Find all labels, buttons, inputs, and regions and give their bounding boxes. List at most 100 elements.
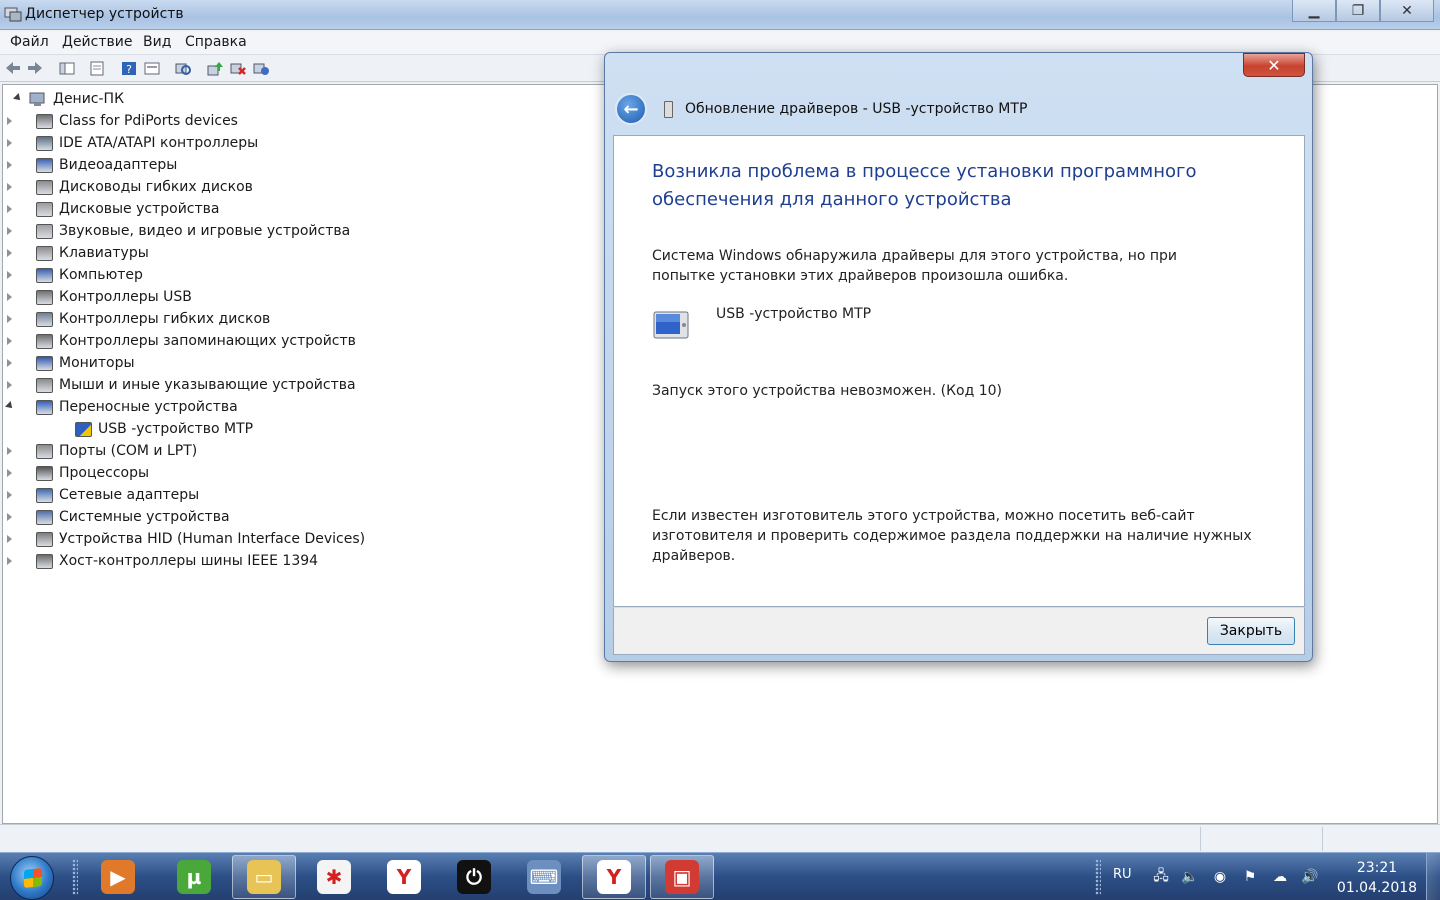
expand-arrow-icon[interactable] (7, 381, 12, 389)
close-window-button[interactable]: ✕ (1380, 0, 1434, 22)
device-category-icon (36, 443, 53, 459)
tree-category[interactable]: Class for PdiPorts devices (7, 110, 238, 132)
back-icon[interactable] (4, 60, 22, 77)
tree-category[interactable]: Контроллеры запоминающих устройств (7, 330, 356, 352)
main-window-titlebar[interactable]: Диспетчер устройств ▁ ❐ ✕ (0, 0, 1440, 30)
clock[interactable]: 23:21 01.04.2018 (1336, 858, 1418, 898)
tray-grip[interactable] (1095, 859, 1101, 895)
tree-category[interactable]: IDE ATA/ATAPI контроллеры (7, 132, 258, 154)
help-icon[interactable]: ? (120, 60, 138, 77)
expand-arrow-icon[interactable] (7, 205, 12, 213)
taskbar-app-button[interactable]: Y (582, 855, 646, 899)
taskbar-app-button[interactable]: Y (372, 855, 436, 899)
expand-arrow-icon[interactable] (7, 139, 12, 147)
tree-category[interactable]: Дисковые устройства (7, 198, 220, 220)
tree-category[interactable]: Дисководы гибких дисков (7, 176, 253, 198)
tree-label: Компьютер (59, 267, 143, 283)
tree-category[interactable]: Процессоры (7, 462, 150, 484)
dialog-body: Возникла проблема в процессе установки п… (613, 135, 1305, 607)
start-button[interactable] (10, 856, 54, 900)
menu-view[interactable]: Вид (143, 34, 171, 50)
tree-category[interactable]: Мыши и иные указывающие устройства (7, 374, 356, 396)
properties-icon[interactable] (88, 60, 106, 77)
tree-category[interactable]: Сетевые адаптеры (7, 484, 199, 506)
expand-arrow-icon[interactable] (7, 447, 12, 455)
status-segment (1200, 827, 1201, 851)
speaker-icon[interactable]: 🔊 (1300, 867, 1320, 887)
taskbar-app-button[interactable]: ▭ (232, 855, 296, 899)
tree-category[interactable]: Хост-контроллеры шины IEEE 1394 (7, 550, 319, 572)
expand-arrow-icon[interactable] (7, 271, 12, 279)
scan-hardware-icon[interactable] (174, 60, 192, 77)
tree-category[interactable]: Мониторы (7, 352, 135, 374)
tree-category[interactable]: Видеоадаптеры (7, 154, 177, 176)
expand-arrow-icon[interactable] (7, 227, 12, 235)
expand-arrow-icon[interactable] (7, 491, 12, 499)
tree-label: Хост-контроллеры шины IEEE 1394 (59, 553, 319, 569)
uninstall-icon[interactable] (229, 60, 247, 77)
update-driver-icon[interactable] (206, 60, 224, 77)
expand-arrow-icon[interactable] (7, 161, 12, 169)
menu-help[interactable]: Справка (185, 34, 247, 50)
expand-arrow-icon[interactable] (7, 513, 12, 521)
tree-category[interactable]: Переносные устройства (5, 396, 238, 418)
expand-arrow-icon[interactable] (7, 337, 12, 345)
back-button[interactable]: ← (615, 93, 647, 125)
expand-arrow-icon[interactable] (7, 117, 12, 125)
close-button[interactable]: Закрыть (1207, 617, 1295, 645)
tree-category[interactable]: Клавиатуры (7, 242, 149, 264)
taskbar-app-button[interactable]: µ (162, 855, 226, 899)
tree-category[interactable]: Системные устройства (7, 506, 230, 528)
dialog-close-button[interactable]: ✕ (1243, 53, 1305, 77)
menu-action[interactable]: Действие (62, 34, 132, 50)
forward-icon[interactable] (26, 60, 44, 77)
taskbar-grip[interactable] (72, 859, 78, 895)
clock-time: 23:21 (1356, 860, 1398, 876)
tree-label: Звуковые, видео и игровые устройства (59, 223, 351, 239)
tree-category[interactable]: Компьютер (7, 264, 143, 286)
show-desktop-button[interactable] (1426, 853, 1440, 900)
tree-category[interactable]: Порты (COM и LPT) (7, 440, 197, 462)
expand-arrow-icon[interactable] (7, 315, 12, 323)
expand-arrow-icon[interactable] (7, 183, 12, 191)
disable-icon[interactable] (252, 60, 270, 77)
expand-arrow-icon[interactable] (7, 469, 12, 477)
menu-file[interactable]: Файл (10, 34, 49, 50)
action-center-flag-icon[interactable]: ⚑ (1240, 867, 1260, 887)
console-tree-icon[interactable] (58, 60, 76, 77)
device-category-icon (36, 531, 53, 547)
taskbar-app-button[interactable]: ▣ (650, 855, 714, 899)
device-category-icon (36, 179, 53, 195)
tree-label: Процессоры (59, 465, 150, 481)
cloud-upload-icon[interactable]: ☁ (1270, 867, 1290, 887)
collapse-arrow-icon[interactable] (13, 93, 23, 103)
yandex-browser-icon-2: Y (597, 860, 631, 894)
taskbar-app-button[interactable]: ▶ (86, 855, 150, 899)
volume-mute-icon[interactable]: 🔈 (1180, 867, 1200, 887)
tree-category[interactable]: Контроллеры USB (7, 286, 192, 308)
tree-root[interactable]: Денис-ПК (13, 88, 124, 110)
tree-device-usb-mtp[interactable]: USB -устройство MTP (75, 418, 253, 440)
language-indicator[interactable]: RU (1113, 867, 1132, 882)
expand-arrow-icon[interactable] (7, 535, 12, 543)
security-icon[interactable]: ◉ (1210, 867, 1230, 887)
maximize-button[interactable]: ❐ (1336, 0, 1380, 22)
tree-category[interactable]: Контроллеры гибких дисков (7, 308, 270, 330)
tree-label: Дисковые устройства (59, 201, 220, 217)
taskbar-app-button[interactable]: ✱ (302, 855, 366, 899)
view-icon[interactable] (143, 60, 161, 77)
minimize-button[interactable]: ▁ (1292, 0, 1336, 22)
device-category-icon (36, 311, 53, 327)
tree-category[interactable]: Устройства HID (Human Interface Devices) (7, 528, 365, 550)
taskbar-app-button[interactable]: ⌨ (512, 855, 576, 899)
expand-arrow-icon[interactable] (7, 293, 12, 301)
taskbar-app-button[interactable]: ⏻ (442, 855, 506, 899)
expand-arrow-icon[interactable] (7, 249, 12, 257)
taskbar: ▶ µ ▭ ✱ Y ⏻ ⌨ Y ▣ RU 🖧 🔈 ◉ ⚑ ☁ 🔊 23:21 01.04.2018 (0, 852, 1440, 900)
tree-label: Контроллеры USB (59, 289, 192, 305)
tree-category[interactable]: Звуковые, видео и игровые устройства (7, 220, 351, 242)
expand-arrow-icon[interactable] (7, 557, 12, 565)
expand-arrow-icon[interactable] (7, 359, 12, 367)
network-icon[interactable]: 🖧 (1151, 867, 1171, 887)
collapse-arrow-icon[interactable] (5, 401, 15, 411)
